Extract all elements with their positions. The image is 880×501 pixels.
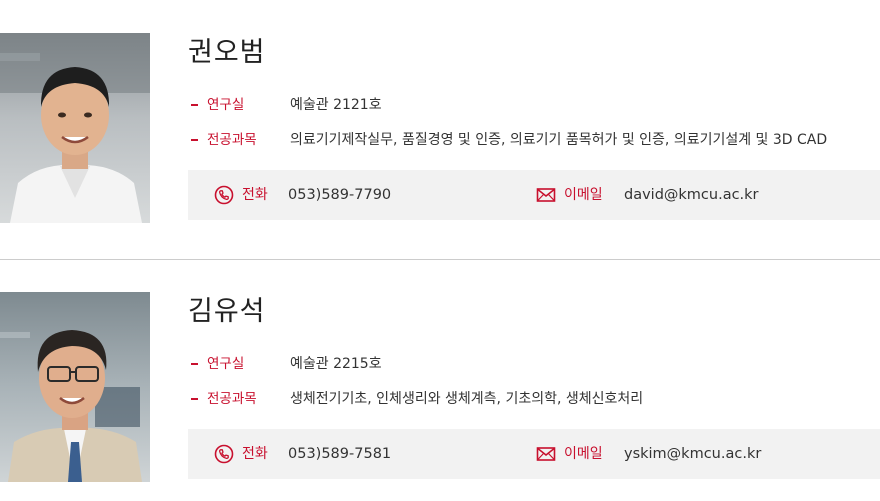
phone-label: 전화 [242,446,268,462]
major-value: 생체전기기초, 인체생리와 생체계측, 기초의학, 생체신호처리 [290,391,644,407]
office-label: 연구실 [207,97,245,113]
envelope-icon [536,188,556,202]
portrait-image [0,33,150,223]
bullet-dash [191,139,198,141]
phone-icon [214,444,234,464]
faculty-name: 김유석 [188,296,266,327]
card-divider [0,259,880,260]
email-value[interactable]: yskim@kmcu.ac.kr [624,429,761,479]
email-value[interactable]: david@kmcu.ac.kr [624,170,759,220]
office-value: 예술관 2121호 [290,97,382,113]
phone-value[interactable]: 053)589-7790 [288,170,391,220]
bullet-dash [191,398,198,400]
faculty-photo [0,292,150,482]
phone-label: 전화 [242,187,268,203]
envelope-icon [536,447,556,461]
contact-bar: 전화 053)589-7581 이메일 yskim@kmcu.ac.kr [188,429,880,479]
email-label: 이메일 [564,446,603,462]
faculty-name: 권오범 [188,37,266,68]
major-label: 전공과목 [207,132,257,148]
major-value: 의료기기제작실무, 품질경영 및 인증, 의료기기 품목허가 및 인증, 의료기… [290,132,828,148]
bullet-dash [191,363,198,365]
faculty-card: 김유석 연구실 예술관 2215호 전공과목 생체전기기초, 인체생리와 생체계… [0,292,880,482]
phone-value[interactable]: 053)589-7581 [288,429,391,479]
phone-icon [214,185,234,205]
faculty-photo [0,33,150,223]
office-label: 연구실 [207,356,245,372]
faculty-card: 권오범 연구실 예술관 2121호 전공과목 의료기기제작실무, 품질경영 및 … [0,33,880,223]
contact-bar: 전화 053)589-7790 이메일 david@kmcu.ac.kr [188,170,880,220]
office-value: 예술관 2215호 [290,356,382,372]
portrait-image [0,330,142,482]
bullet-dash [191,104,198,106]
major-label: 전공과목 [207,391,257,407]
email-label: 이메일 [564,187,603,203]
